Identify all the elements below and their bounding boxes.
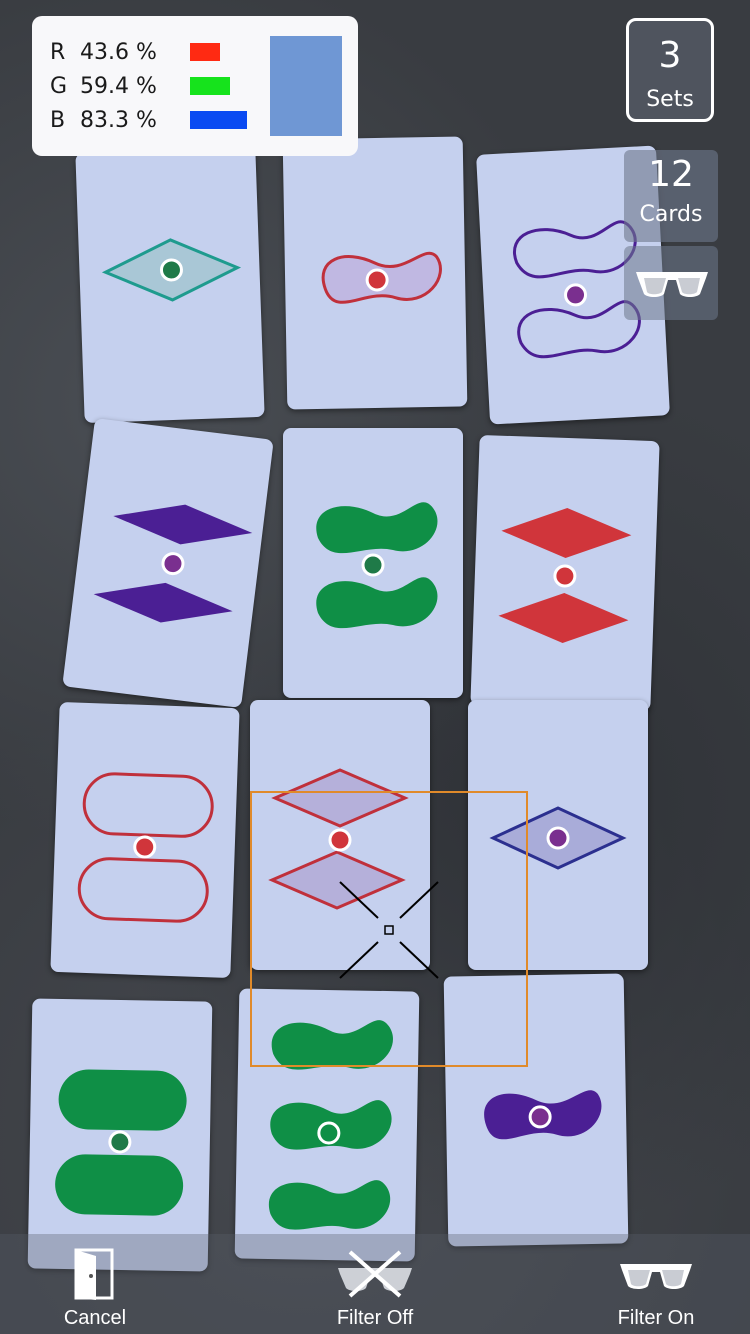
bottom-toolbar: Cancel Filter Off Filter On	[0, 1234, 750, 1334]
oval-pair-shape	[55, 1069, 187, 1216]
cards-count: 12	[648, 154, 694, 195]
card-5	[283, 428, 463, 698]
glasses-icon	[620, 1264, 692, 1289]
oval-pair-shape	[77, 772, 214, 923]
color-swatch	[270, 36, 342, 136]
rgb-row-red: R 43.6 %	[50, 36, 190, 68]
rgb-readout-panel: R 43.6 % G 59.4 % B 83.3 %	[32, 16, 358, 156]
channel-percent: 59.4 %	[80, 73, 157, 99]
card-7	[50, 701, 240, 979]
filter-off-label: Filter Off	[336, 1307, 414, 1329]
filter-on-button[interactable]: Filter On	[600, 1234, 712, 1334]
blue-level-bar	[190, 111, 247, 129]
red-level-bar	[190, 43, 220, 61]
channel-label: B	[50, 107, 66, 133]
channel-label: G	[50, 73, 68, 99]
diamond-pair-shape	[498, 508, 632, 643]
sets-count: 3	[658, 35, 682, 76]
rgb-row-green: G 59.4 %	[50, 70, 190, 102]
rgb-row-blue: B 83.3 %	[50, 104, 190, 136]
squiggle-pair-shape	[316, 502, 438, 629]
cancel-label: Cancel	[63, 1307, 127, 1329]
filter-on-label: Filter On	[617, 1307, 695, 1329]
diamond-pair-shape	[93, 504, 253, 623]
door-icon	[74, 1248, 114, 1300]
card-4	[62, 418, 274, 708]
sets-label: Sets	[646, 87, 694, 112]
cards-counter: 12 Cards	[624, 150, 718, 242]
squiggle-shape	[321, 251, 442, 304]
channel-percent: 43.6 %	[80, 39, 157, 65]
channel-label: R	[50, 39, 66, 65]
card-6	[470, 434, 660, 712]
diamond-shape	[101, 238, 242, 302]
card-1	[75, 146, 265, 424]
card-10	[27, 998, 213, 1272]
card-2	[282, 136, 468, 410]
cards-label: Cards	[639, 202, 703, 227]
cancel-button[interactable]: Cancel	[50, 1234, 140, 1334]
channel-percent: 83.3 %	[80, 107, 157, 133]
glasses-toggle-button[interactable]	[624, 246, 718, 320]
sets-counter: 3 Sets	[626, 18, 714, 122]
green-level-bar	[190, 77, 230, 95]
glasses-crossed-icon	[338, 1250, 412, 1298]
glasses-icon	[636, 272, 708, 297]
filter-off-button[interactable]: Filter Off	[318, 1234, 432, 1334]
crosshair-icon	[339, 881, 439, 979]
